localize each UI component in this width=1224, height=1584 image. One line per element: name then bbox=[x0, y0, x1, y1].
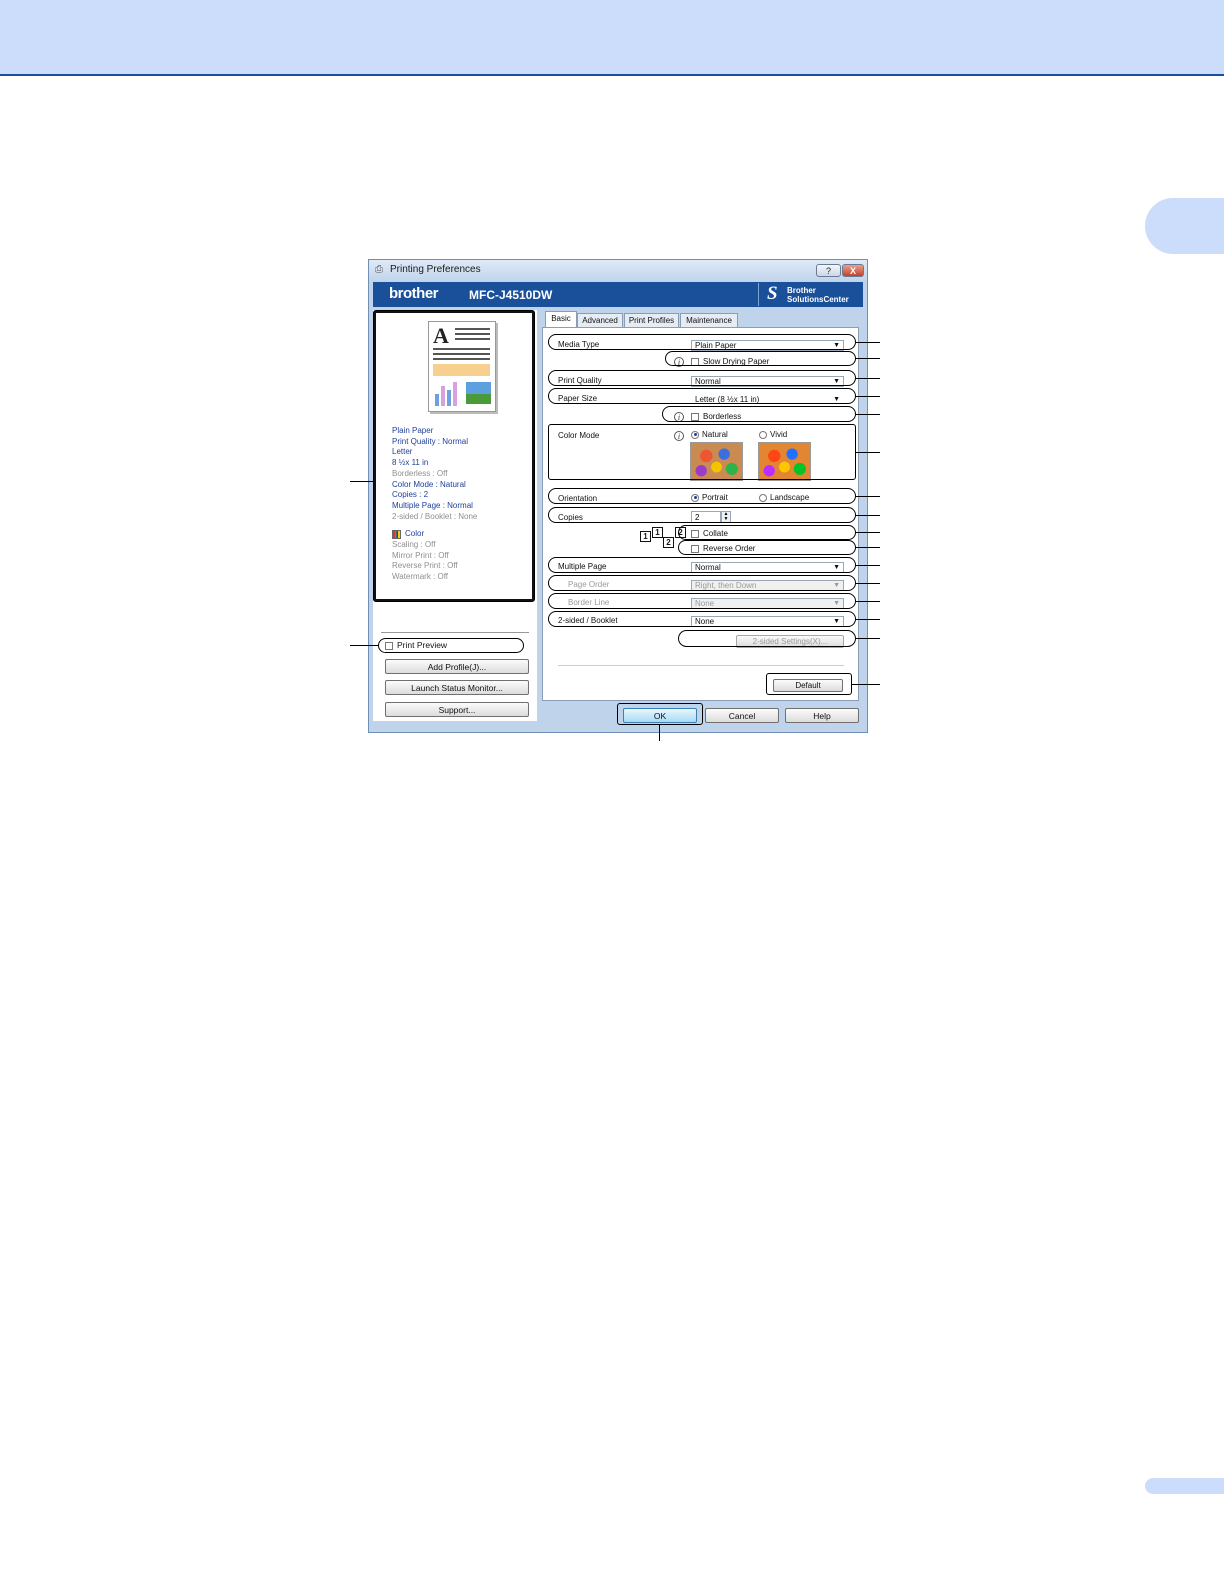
chevron-down-icon: ▼ bbox=[833, 618, 840, 625]
solutions-center-link[interactable]: S Brother SolutionsCenter bbox=[758, 283, 863, 306]
page-preview-thumbnail: A bbox=[428, 321, 496, 412]
divider bbox=[558, 665, 844, 666]
basic-tab-panel: Media Type Plain Paper ▼ i Slow Drying Pa… bbox=[542, 327, 859, 701]
printing-preferences-dialog: ⎙ Printing Preferences ? X brother MFC-J… bbox=[368, 259, 868, 733]
tab-maintenance[interactable]: Maintenance bbox=[680, 313, 738, 327]
page-header-band bbox=[0, 0, 1224, 76]
paper-size-label: Paper Size bbox=[558, 394, 598, 403]
solutions-center-icon: S bbox=[767, 283, 778, 304]
printer-icon: ⎙ bbox=[375, 264, 383, 275]
chevron-down-icon: ▼ bbox=[833, 564, 840, 571]
reverse-order-checkbox[interactable]: Reverse Order bbox=[691, 544, 755, 553]
support-button[interactable]: Support... bbox=[385, 702, 529, 717]
color-icon bbox=[392, 529, 401, 539]
multiple-page-select[interactable]: Normal ▼ bbox=[691, 562, 844, 573]
brother-logo: brother bbox=[389, 285, 439, 302]
copies-label: Copies bbox=[558, 513, 583, 522]
info-icon[interactable]: i bbox=[674, 412, 684, 422]
info-icon[interactable]: i bbox=[674, 431, 684, 441]
two-sided-booklet-label: 2-sided / Booklet bbox=[558, 616, 618, 625]
chapter-tab bbox=[1145, 198, 1224, 254]
two-sided-booklet-select[interactable]: None ▼ bbox=[691, 616, 844, 627]
leader-line bbox=[350, 481, 373, 483]
copies-stepper[interactable]: ▲ ▼ bbox=[721, 511, 731, 523]
settings-summary: Plain Paper Print Quality : Normal Lette… bbox=[392, 426, 478, 582]
leader-line bbox=[350, 645, 378, 647]
vivid-radio[interactable]: Vivid bbox=[759, 430, 787, 439]
border-line-select[interactable]: None ▼ bbox=[691, 598, 844, 609]
chevron-down-icon: ▼ bbox=[833, 396, 840, 403]
chevron-down-icon: ▼ bbox=[833, 600, 840, 607]
ok-button[interactable]: OK bbox=[623, 708, 697, 723]
page-order-select[interactable]: Right, then Down ▼ bbox=[691, 580, 844, 591]
photo-icon bbox=[466, 382, 491, 404]
page-order-label: Page Order bbox=[568, 580, 610, 589]
collate-icon: 11 bbox=[640, 527, 664, 542]
collate-checkbox[interactable]: Collate bbox=[691, 529, 728, 538]
media-type-select[interactable]: Plain Paper ▼ bbox=[691, 340, 844, 351]
print-preview-checkbox[interactable]: Print Preview bbox=[385, 640, 447, 650]
chevron-down-icon: ▼ bbox=[833, 582, 840, 589]
launch-status-monitor-button[interactable]: Launch Status Monitor... bbox=[385, 680, 529, 695]
info-icon[interactable]: i bbox=[674, 357, 684, 367]
chevron-down-icon: ▼ bbox=[833, 378, 840, 385]
tab-basic[interactable]: Basic bbox=[545, 311, 577, 328]
help-title-button[interactable]: ? bbox=[816, 264, 841, 277]
color-mode-label: Color Mode bbox=[558, 431, 600, 440]
tab-print-profiles[interactable]: Print Profiles bbox=[624, 313, 679, 327]
settings-preview: A Plain Paper Print Quality : Normal Let… bbox=[374, 311, 534, 601]
collate-order-icon: 22 bbox=[663, 527, 687, 548]
multiple-page-label: Multiple Page bbox=[558, 562, 607, 571]
two-sided-settings-button[interactable]: 2-sided Settings(X)... bbox=[736, 635, 844, 648]
portrait-radio[interactable]: Portrait bbox=[691, 493, 728, 502]
title-bar[interactable]: ⎙ Printing Preferences ? X bbox=[369, 260, 867, 281]
print-quality-label: Print Quality bbox=[558, 376, 602, 385]
media-type-label: Media Type bbox=[558, 340, 600, 349]
divider bbox=[381, 632, 529, 633]
slow-drying-paper-checkbox[interactable]: Slow Drying Paper bbox=[691, 357, 769, 366]
copies-input[interactable]: 2 bbox=[691, 511, 721, 523]
print-quality-select[interactable]: Normal ▼ bbox=[691, 376, 844, 387]
paper-size-select[interactable]: Letter (8 ½x 11 in) ▼ bbox=[691, 394, 844, 405]
brother-banner: brother MFC-J4510DW S Brother SolutionsC… bbox=[373, 282, 863, 307]
page-number-tab bbox=[1145, 1478, 1224, 1494]
solutions-center-label: Brother SolutionsCenter bbox=[787, 286, 849, 304]
left-panel: A Plain Paper Print Quality : Normal Let… bbox=[373, 310, 537, 721]
window-title: Printing Preferences bbox=[390, 264, 481, 275]
add-profile-button[interactable]: Add Profile(J)... bbox=[385, 659, 529, 674]
close-button[interactable]: X bbox=[842, 264, 864, 277]
tab-advanced[interactable]: Advanced bbox=[577, 313, 623, 327]
landscape-radio[interactable]: Landscape bbox=[759, 493, 809, 502]
help-button[interactable]: Help bbox=[785, 708, 859, 723]
borderless-checkbox[interactable]: Borderless bbox=[691, 412, 741, 421]
cancel-button[interactable]: Cancel bbox=[705, 708, 779, 723]
orientation-label: Orientation bbox=[558, 494, 598, 503]
default-button[interactable]: Default bbox=[773, 679, 843, 692]
border-line-label: Border Line bbox=[568, 598, 610, 607]
natural-radio[interactable]: Natural bbox=[691, 430, 728, 439]
vivid-sample-image bbox=[758, 442, 811, 481]
chevron-down-icon: ▼ bbox=[833, 342, 840, 349]
natural-sample-image bbox=[690, 442, 743, 481]
model-name: MFC-J4510DW bbox=[469, 288, 553, 302]
